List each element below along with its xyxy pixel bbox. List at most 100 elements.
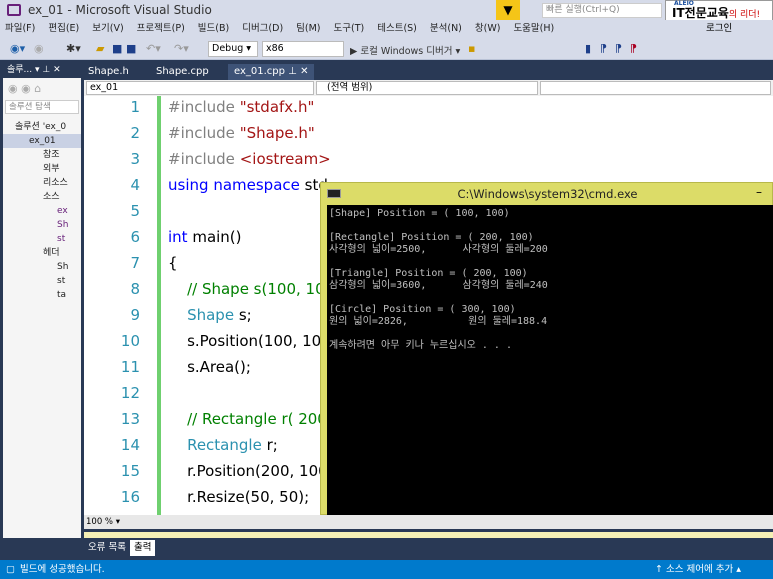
save-all-icon[interactable]: ■: [126, 42, 136, 55]
tree-file[interactable]: st: [3, 232, 81, 246]
start-debugging-button[interactable]: ▶ 로컬 Windows 디버거 ▾: [350, 43, 460, 57]
line-number: 16: [120, 488, 140, 506]
tree-project[interactable]: ex_01: [3, 134, 81, 148]
code-line: s.Area();: [168, 358, 251, 376]
login-link[interactable]: 로그인: [706, 20, 732, 38]
tree-resources[interactable]: 리소스: [3, 176, 81, 190]
project-select[interactable]: ex_01: [86, 81, 314, 95]
line-number: 14: [120, 436, 140, 454]
tab-shape-h[interactable]: Shape.h: [82, 64, 135, 80]
tree-solution[interactable]: 솔루션 'ex_0: [3, 120, 81, 134]
line-number: 3: [130, 150, 140, 168]
minimize-button[interactable]: –: [756, 185, 762, 199]
window-title: ex_01 - Microsoft Visual Studio: [28, 3, 212, 17]
tree-file[interactable]: ta: [3, 288, 81, 302]
console-line: [Shape] Position = ( 100, 100): [329, 208, 510, 219]
tab-output[interactable]: 출력: [129, 540, 156, 556]
console-line: 원의 넓이=2826, 원의 둘레=188.4: [329, 316, 548, 327]
brand-main: IT전문교육: [672, 6, 729, 20]
navigation-bar: ex_01 (전역 범위): [84, 80, 773, 96]
tree-header-files[interactable]: 헤더: [3, 246, 81, 260]
menu-bar: 파일(F) 편집(E) 보기(V) 프로젝트(P) 빌드(B) 디버그(D) 팀…: [0, 20, 773, 38]
project-value: ex_01: [90, 82, 119, 93]
code-line: int main(): [168, 228, 242, 246]
menu-project[interactable]: 프로젝트(P): [137, 20, 185, 38]
code-line: Shape s;: [187, 306, 252, 324]
console-line: 계속하려면 아무 키나 누르십시오 . . .: [329, 340, 512, 351]
menu-build[interactable]: 빌드(B): [198, 20, 229, 38]
menu-help[interactable]: 도움말(H): [513, 20, 554, 38]
status-message: 빌드에 성공했습니다.: [20, 564, 105, 575]
tree-file[interactable]: ex: [3, 204, 81, 218]
menu-analyze[interactable]: 분석(N): [430, 20, 462, 38]
line-number: 15: [120, 462, 140, 480]
configuration-select[interactable]: Debug ▾: [208, 41, 258, 57]
tree-references[interactable]: 참조: [3, 148, 81, 162]
tab-shape-cpp[interactable]: Shape.cpp: [150, 64, 215, 80]
platform-select[interactable]: x86: [262, 41, 344, 57]
tab-error-list[interactable]: 오류 목록: [84, 540, 130, 556]
redo-icon[interactable]: ↷▾: [174, 42, 189, 55]
tree-file[interactable]: st: [3, 274, 81, 288]
open-icon[interactable]: ▰: [96, 42, 104, 55]
brand-suffix: 의 리더!: [728, 10, 761, 20]
menu-tools[interactable]: 도구(T): [334, 20, 365, 38]
code-line: s.Position(100, 100): [168, 332, 337, 350]
source-control-button[interactable]: ↑ 소스 제어에 추가 ▴: [655, 560, 741, 579]
output-panel-header: [84, 532, 773, 538]
solution-explorer: 솔루... ▾ ⊥ ✕ ◉ ◉ ⌂ 솔루션 탐색 솔루션 'ex_0 ex_01…: [3, 62, 81, 538]
bookmark-prev-icon[interactable]: ⁋: [600, 42, 607, 55]
solution-explorer-header: 솔루... ▾ ⊥ ✕: [3, 62, 81, 78]
line-number: 7: [130, 254, 140, 272]
new-project-icon[interactable]: ✱▾: [66, 42, 81, 55]
menu-file[interactable]: 파일(F): [5, 20, 35, 38]
editor-tabs: Shape.h Shape.cpp ex_01.cpp ⊥ ✕: [82, 64, 773, 80]
code-line: using namespace std;: [168, 176, 333, 194]
bookmark-icon[interactable]: ▮: [585, 42, 591, 55]
code-line: r.Position(200, 100): [168, 462, 334, 480]
code-line: #include "stdafx.h": [168, 98, 315, 116]
tree-external[interactable]: 외부: [3, 162, 81, 176]
menu-view[interactable]: 보기(V): [92, 20, 123, 38]
undo-icon[interactable]: ↶▾: [146, 42, 161, 55]
menu-edit[interactable]: 편집(E): [48, 20, 79, 38]
solution-toolbar-icons[interactable]: ◉ ◉ ⌂: [8, 82, 41, 95]
save-icon[interactable]: ■: [112, 42, 122, 55]
code-line: #include <iostream>: [168, 150, 331, 168]
bookmark-next-icon[interactable]: ⁋: [615, 42, 622, 55]
line-number: 8: [130, 280, 140, 298]
console-title: C:\Windows\system32\cmd.exe: [457, 187, 638, 201]
forward-icon[interactable]: ◉: [34, 42, 44, 55]
menu-test[interactable]: 테스트(S): [377, 20, 417, 38]
bookmark-clear-icon[interactable]: ⁋: [630, 42, 637, 55]
code-line: #include "Shape.h": [168, 124, 315, 142]
code-line: r.Resize(50, 50);: [168, 488, 310, 506]
solution-search-input[interactable]: 솔루션 탐색: [5, 100, 79, 114]
zoom-select[interactable]: 100 %: [86, 517, 113, 527]
scope-value: (전역 범위): [327, 82, 373, 93]
notification-filter-icon[interactable]: ▼: [496, 0, 520, 20]
line-number: 5: [130, 202, 140, 220]
platform-value: x86: [266, 43, 284, 54]
scope-select[interactable]: (전역 범위): [316, 81, 538, 95]
change-indicator: [157, 96, 161, 515]
console-window[interactable]: C:\Windows\system32\cmd.exe – [Shape] Po…: [320, 182, 773, 516]
back-icon[interactable]: ◉▾: [10, 42, 25, 55]
line-number: 12: [120, 384, 140, 402]
menu-window[interactable]: 창(W): [475, 20, 501, 38]
line-number: 1: [130, 98, 140, 116]
quick-launch-input[interactable]: 빠른 실행(Ctrl+Q): [542, 3, 662, 18]
menu-team[interactable]: 팀(M): [296, 20, 320, 38]
line-number: 6: [130, 228, 140, 246]
menu-debug[interactable]: 디버그(D): [242, 20, 283, 38]
tab-ex01-cpp[interactable]: ex_01.cpp ⊥ ✕: [228, 64, 315, 80]
tree-file[interactable]: Sh: [3, 260, 81, 274]
find-icon[interactable]: ▪: [468, 42, 475, 55]
member-select[interactable]: [540, 81, 771, 95]
bottom-tabs: 오류 목록 출력: [84, 540, 156, 556]
tree-source-files[interactable]: 소스: [3, 190, 81, 204]
tab-label: ex_01.cpp: [234, 66, 285, 77]
tree-file[interactable]: Sh: [3, 218, 81, 232]
